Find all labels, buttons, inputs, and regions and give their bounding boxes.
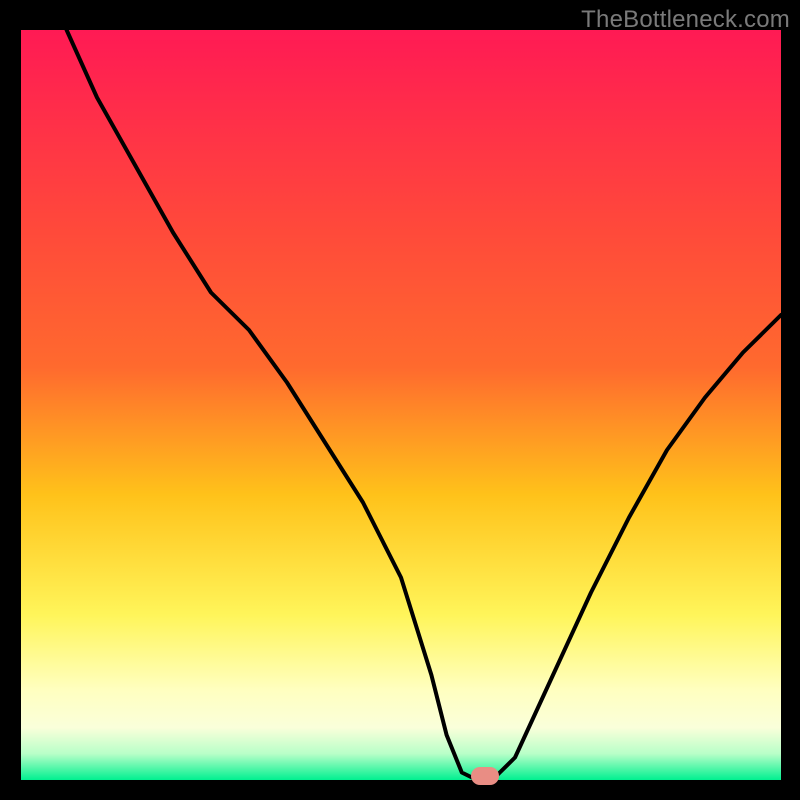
gradient-background (21, 30, 781, 780)
optimal-point-marker (471, 767, 499, 785)
bottleneck-chart (0, 0, 800, 800)
watermark-text: TheBottleneck.com (581, 6, 790, 34)
